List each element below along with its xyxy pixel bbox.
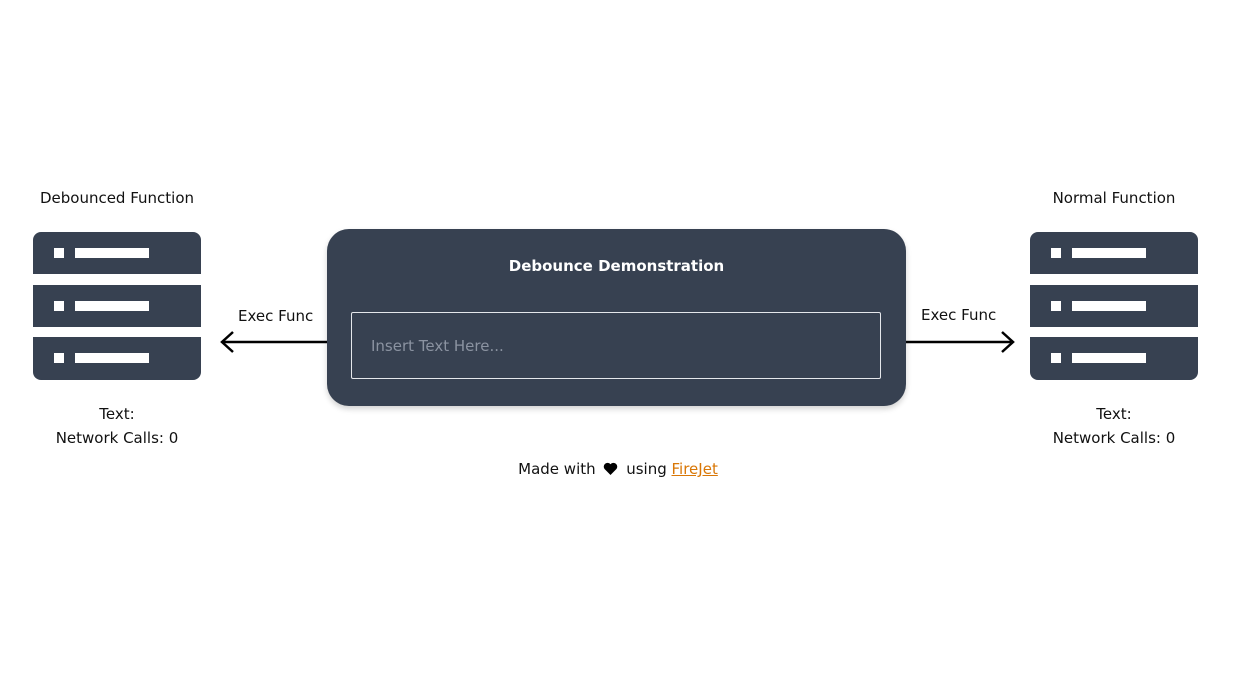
- normal-stats: Text: Network Calls: 0: [1030, 402, 1198, 450]
- debounced-exec-label: Exec Func: [238, 307, 314, 325]
- debounced-stats: Text: Network Calls: 0: [33, 402, 201, 450]
- debounced-text-label: Text:: [99, 405, 135, 423]
- normal-calls-line: Network Calls: 0: [1030, 426, 1198, 450]
- normal-server-icon: [1030, 232, 1198, 380]
- server-unit: [1030, 285, 1198, 327]
- normal-text-label: Text:: [1096, 405, 1132, 423]
- normal-calls-label: Network Calls:: [1052, 429, 1161, 447]
- normal-text-line: Text:: [1030, 402, 1198, 426]
- heart-icon: [604, 462, 618, 475]
- footer-prefix: Made with: [518, 460, 596, 478]
- normal-exec-label: Exec Func: [921, 306, 997, 324]
- server-unit: [33, 285, 201, 327]
- debounced-server-icon: [33, 232, 201, 380]
- text-input[interactable]: [351, 312, 881, 379]
- footer-middle: using: [626, 460, 667, 478]
- firejet-link[interactable]: FireJet: [672, 460, 718, 478]
- panel-title: Debounce Demonstration: [508, 257, 725, 275]
- server-unit: [33, 337, 201, 380]
- page: Debounced Function Text: Network Calls: …: [0, 0, 1236, 693]
- debounced-calls-line: Network Calls: 0: [33, 426, 201, 450]
- debounced-calls-value: 0: [168, 429, 179, 447]
- footer: Made with using FireJet: [0, 460, 1236, 478]
- normal-calls-value: 0: [1165, 429, 1176, 447]
- debounce-panel: Debounce Demonstration: [327, 229, 906, 406]
- arrow-left-icon: [220, 331, 327, 353]
- server-unit: [1030, 337, 1198, 380]
- server-unit: [1030, 232, 1198, 274]
- debounced-calls-label: Network Calls:: [55, 429, 164, 447]
- normal-function-title: Normal Function: [1052, 189, 1176, 207]
- server-unit: [33, 232, 201, 274]
- debounced-text-line: Text:: [33, 402, 201, 426]
- debounced-function-title: Debounced Function: [39, 189, 195, 207]
- arrow-right-icon: [906, 331, 1015, 353]
